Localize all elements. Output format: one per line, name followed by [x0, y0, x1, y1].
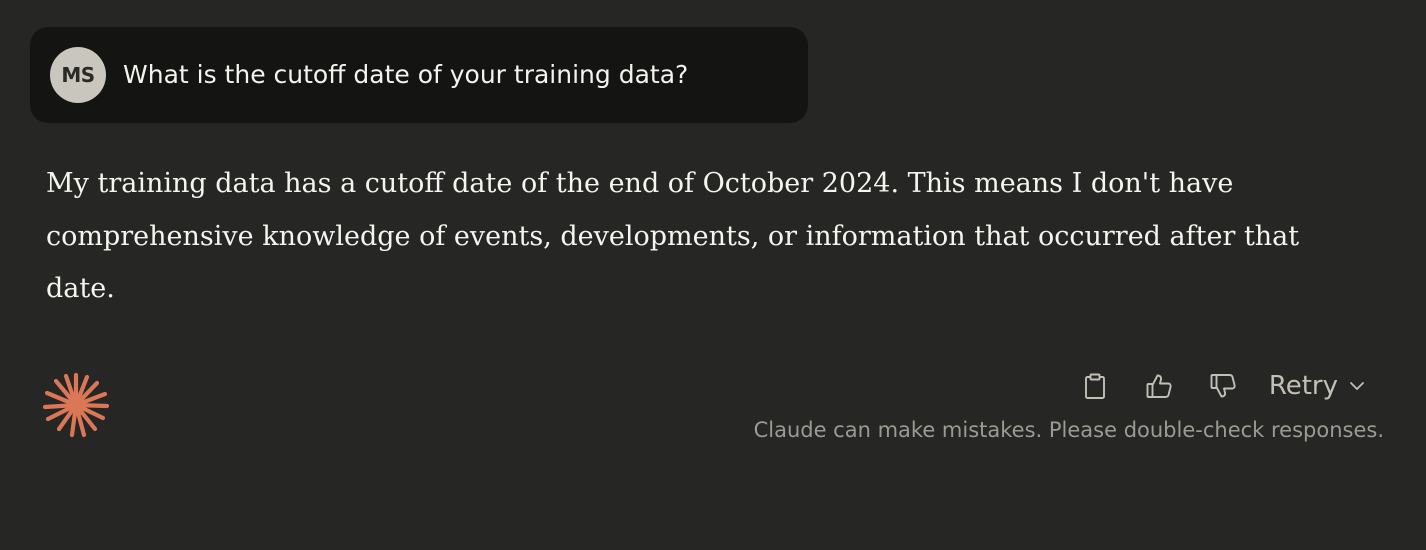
- chevron-down-icon: [1350, 382, 1364, 390]
- copy-button[interactable]: [1075, 366, 1115, 406]
- clipboard-icon: [1084, 373, 1105, 399]
- user-message-bubble: MS What is the cutoff date of your train…: [30, 27, 808, 123]
- retry-button[interactable]: Retry: [1269, 371, 1366, 401]
- thumbs-up-icon: [1146, 374, 1172, 398]
- assistant-message-text: My training data has a cutoff date of th…: [46, 168, 1300, 304]
- thumbs-up-button[interactable]: [1139, 366, 1179, 406]
- retry-label: Retry: [1268, 371, 1338, 401]
- avatar[interactable]: MS: [50, 47, 106, 103]
- user-message-text: What is the cutoff date of your training…: [123, 60, 689, 89]
- thumbs-down-button[interactable]: [1203, 366, 1243, 406]
- thumbs-down-icon: [1210, 374, 1236, 398]
- claude-logo-icon: [42, 372, 110, 438]
- disclaimer-text: Claude can make mistakes. Please double-…: [753, 418, 1384, 442]
- message-actions: Retry: [1075, 366, 1366, 406]
